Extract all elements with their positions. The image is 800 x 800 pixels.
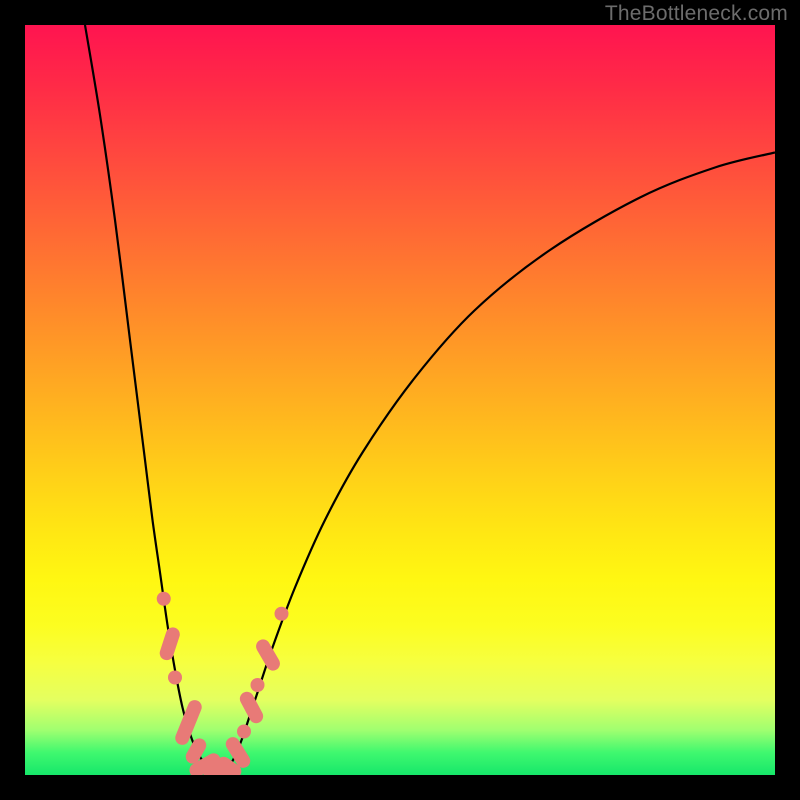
watermark-text: TheBottleneck.com bbox=[605, 2, 788, 26]
marker-dot bbox=[168, 671, 182, 685]
marker-layer bbox=[157, 592, 289, 775]
chart-svg bbox=[25, 25, 775, 775]
curve-left-branch bbox=[85, 25, 220, 774]
marker-pill bbox=[254, 637, 283, 673]
curve-right-branch bbox=[220, 153, 775, 774]
marker-dot bbox=[157, 592, 171, 606]
chart-frame: TheBottleneck.com bbox=[0, 0, 800, 800]
marker-pill bbox=[237, 689, 265, 725]
marker-dot bbox=[275, 607, 289, 621]
marker-dot bbox=[251, 678, 265, 692]
marker-dot bbox=[237, 725, 251, 739]
plot-area bbox=[25, 25, 775, 775]
marker-pill bbox=[158, 626, 182, 662]
